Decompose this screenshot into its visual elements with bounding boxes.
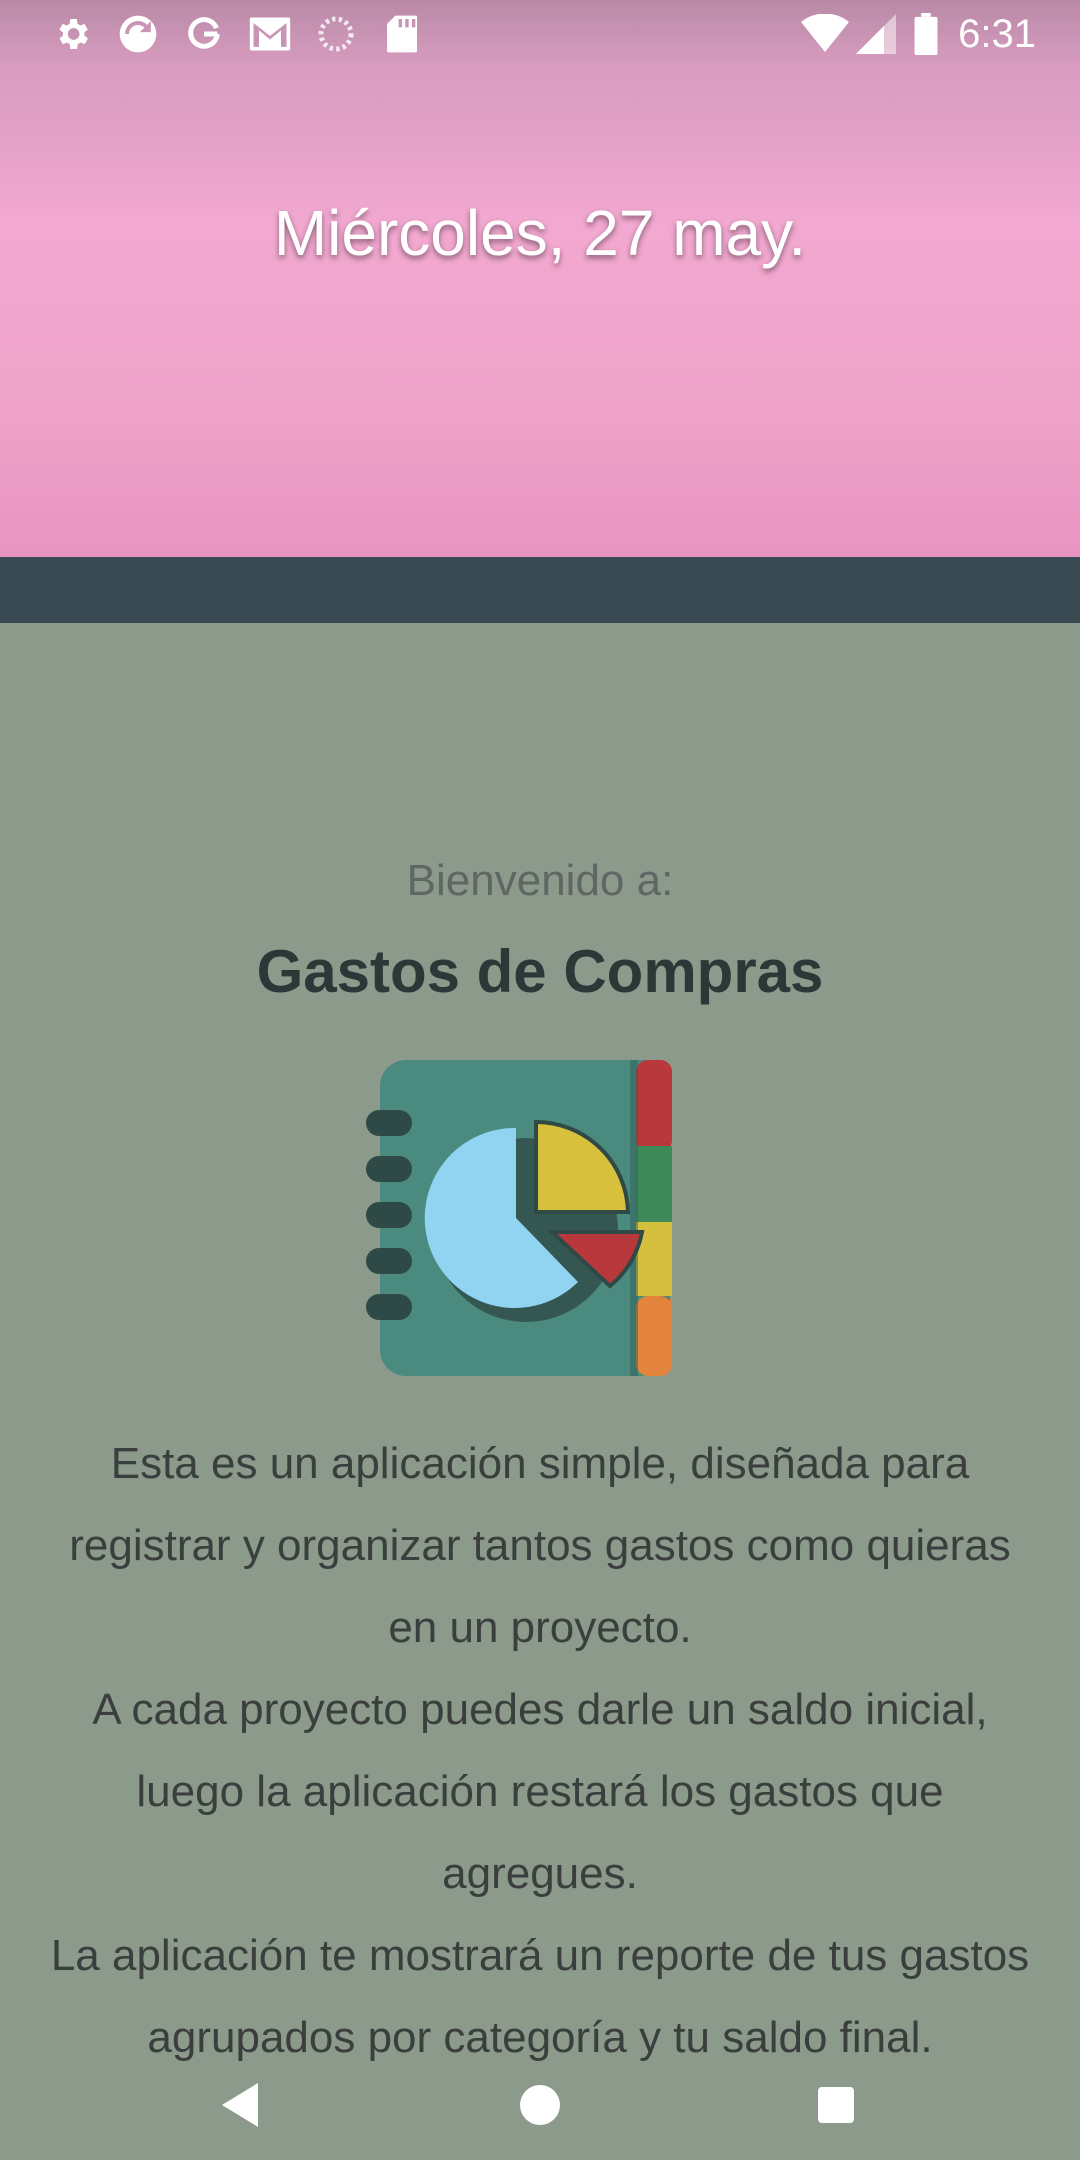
description-paragraph: Esta es un aplicación simple, diseñada p… <box>69 1439 1011 1652</box>
loading-icon <box>312 10 360 58</box>
recents-icon <box>818 2087 854 2123</box>
app-title: Gastos de Compras <box>256 938 824 1005</box>
app-toolbar <box>0 557 1080 623</box>
date-label: Miércoles, 27 may. <box>273 197 807 269</box>
wifi-icon <box>798 10 852 58</box>
navigation-bar <box>0 2050 1080 2160</box>
home-button[interactable] <box>505 2070 575 2140</box>
google-icon <box>180 10 228 58</box>
header: 6:31 Miércoles, 27 may. <box>0 0 1080 557</box>
signal-icon <box>852 10 900 58</box>
welcome-subtitle: Bienvenido a: <box>406 856 674 905</box>
back-button[interactable] <box>207 2070 277 2140</box>
gear-icon <box>48 10 96 58</box>
description-paragraph: A cada proyecto puedes darle un saldo in… <box>92 1685 988 1898</box>
battery-icon <box>904 10 948 58</box>
status-bar: 6:31 <box>0 0 1080 68</box>
recents-button[interactable] <box>801 2070 871 2140</box>
sd-card-icon <box>378 10 426 58</box>
back-icon <box>222 2083 258 2127</box>
welcome-screen[interactable]: Bienvenido a: Gastos de Compras Esta es … <box>0 623 1080 2160</box>
app-logo-icon <box>366 1060 696 1376</box>
app-description: Esta es un aplicación simple, diseñada p… <box>40 1423 1040 2079</box>
status-time: 6:31 <box>958 12 1036 56</box>
home-icon <box>520 2085 560 2125</box>
sync-icon <box>114 10 162 58</box>
gmail-icon <box>246 10 294 58</box>
